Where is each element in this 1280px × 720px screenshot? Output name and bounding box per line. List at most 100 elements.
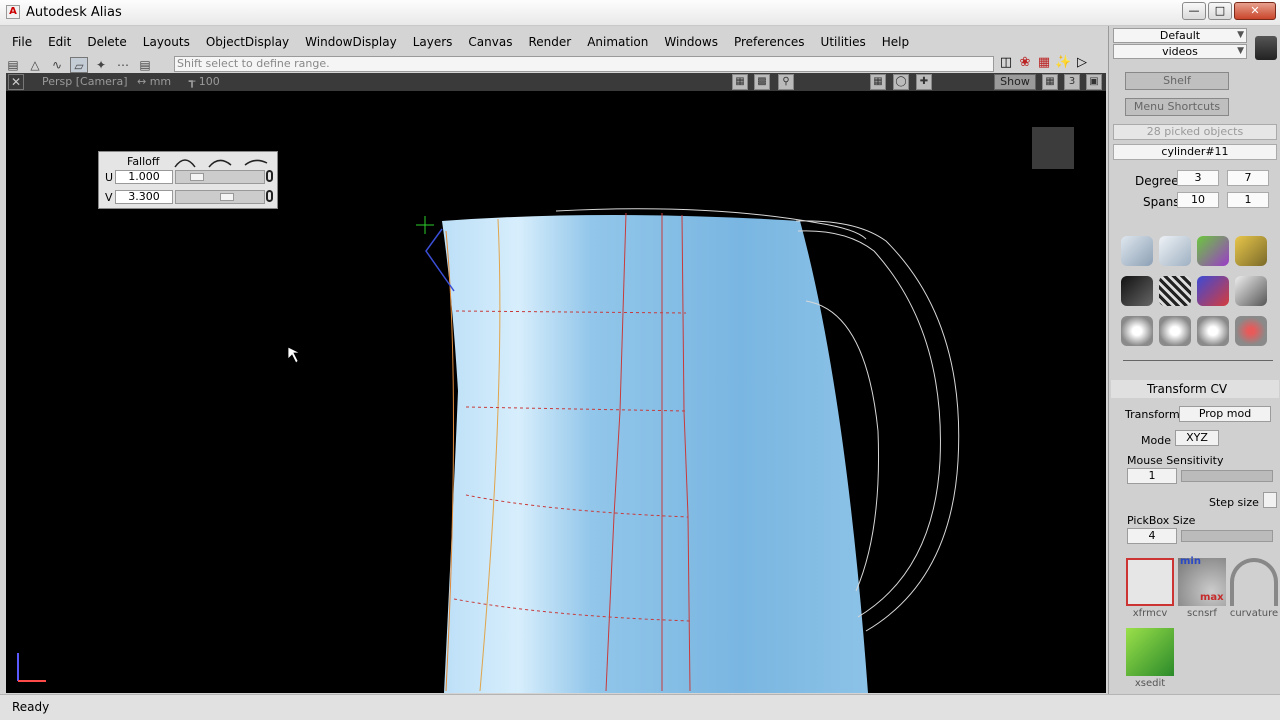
pick-curve-icon[interactable]: ∿ xyxy=(48,57,66,73)
menu-preferences[interactable]: Preferences xyxy=(726,35,813,49)
surface-tool-icon-6[interactable] xyxy=(1159,276,1191,306)
prompt-line: Shift select to define range. xyxy=(174,56,994,72)
show-button[interactable]: Show xyxy=(994,74,1036,90)
xsedit-icon[interactable] xyxy=(1126,628,1174,676)
menu-layers[interactable]: Layers xyxy=(405,35,461,49)
surface-tool-icon-5[interactable] xyxy=(1121,276,1153,306)
kettle-body[interactable] xyxy=(442,215,868,693)
xfrmcv-tool[interactable]: xfrmcv xyxy=(1125,558,1175,619)
step-size-label: Step size xyxy=(1209,496,1259,509)
mode-dropdown[interactable]: XYZ xyxy=(1175,430,1219,446)
degree-v-field[interactable]: 7 xyxy=(1227,170,1269,186)
pick-component-icon[interactable]: △ xyxy=(26,57,44,73)
layout-number[interactable]: 3 xyxy=(1064,74,1080,90)
menu-objectdisplay[interactable]: ObjectDisplay xyxy=(198,35,297,49)
track-icon[interactable]: ✚ xyxy=(916,74,932,90)
degree-u-field[interactable]: 3 xyxy=(1177,170,1219,186)
mouse-sensitivity-field[interactable]: 1 xyxy=(1127,468,1177,484)
look-at-icon[interactable]: ▦ xyxy=(870,74,886,90)
xsedit-tool[interactable]: xsedit xyxy=(1125,628,1175,689)
curvature-tool[interactable]: curvature xyxy=(1229,558,1279,619)
fillet-tool-icon-1[interactable] xyxy=(1121,316,1153,346)
scnsrf-tool[interactable]: min max scnsrf xyxy=(1177,556,1227,619)
status-bar: Ready xyxy=(0,694,1280,720)
minimize-button[interactable]: — xyxy=(1182,2,1206,20)
zoom-icon[interactable]: ⚲ xyxy=(778,74,794,90)
picked-objects: 28 picked objects xyxy=(1113,124,1277,140)
spans-u-field[interactable]: 10 xyxy=(1177,192,1219,208)
menu-file[interactable]: File xyxy=(4,35,40,49)
v-lock-icon[interactable] xyxy=(266,190,273,202)
layout-icon[interactable]: ▦ xyxy=(1042,74,1058,90)
pick-object-icon[interactable]: ▤ xyxy=(4,57,22,73)
scnsrf-icon[interactable]: min max xyxy=(1178,556,1226,606)
menu-edit[interactable]: Edit xyxy=(40,35,79,49)
pickbox-size-slider[interactable] xyxy=(1181,530,1273,542)
menu-shortcuts-tab[interactable]: Menu Shortcuts xyxy=(1125,98,1229,116)
history-icon[interactable]: ◫ xyxy=(998,55,1014,71)
pick-cv-icon[interactable]: ▱ xyxy=(70,57,88,73)
pan-icon[interactable]: ▦ xyxy=(732,74,748,90)
trash-icon[interactable] xyxy=(1255,36,1277,60)
u-slider[interactable] xyxy=(175,170,265,184)
spans-v-field[interactable]: 1 xyxy=(1227,192,1269,208)
perspective-viewport[interactable]: Falloff U 1.000 V 3.300 xyxy=(6,91,1106,693)
menu-delete[interactable]: Delete xyxy=(79,35,134,49)
u-lock-icon[interactable] xyxy=(266,170,273,182)
maximize-button[interactable]: □ xyxy=(1208,2,1232,20)
u-value-field[interactable]: 1.000 xyxy=(115,170,173,184)
surface-tool-icon-4[interactable] xyxy=(1235,236,1267,266)
shelf-tab[interactable]: Shelf xyxy=(1125,72,1229,90)
view-cube-icon[interactable] xyxy=(1032,127,1074,169)
menu-canvas[interactable]: Canvas xyxy=(460,35,520,49)
pick-point-icon[interactable]: ✦ xyxy=(92,57,110,73)
v-value-field[interactable]: 3.300 xyxy=(115,190,173,204)
menu-render[interactable]: Render xyxy=(520,35,579,49)
shelf-set-dropdown[interactable]: videos ▼ xyxy=(1113,44,1247,59)
camera-name: Persp [Camera] xyxy=(42,75,128,88)
surface-tool-icon-1[interactable] xyxy=(1121,236,1153,266)
tumble-icon[interactable]: ◯ xyxy=(893,74,909,90)
menu-bar: File Edit Delete Layouts ObjectDisplay W… xyxy=(0,28,1108,56)
spans-label: Spans xyxy=(1143,195,1180,209)
menu-windowdisplay[interactable]: WindowDisplay xyxy=(297,35,405,49)
right-side-panel: Default ▼ videos ▼ Shelf Menu Shortcuts 28… xyxy=(1108,26,1280,694)
pick-template-icon[interactable]: ⋯ xyxy=(114,57,132,73)
v-label: V xyxy=(105,190,113,204)
xfrmcv-icon[interactable] xyxy=(1126,558,1174,606)
surface-tool-icon-2[interactable] xyxy=(1159,236,1191,266)
surface-tool-icon-3[interactable] xyxy=(1197,236,1229,266)
axis-triad xyxy=(17,653,46,682)
v-slider[interactable] xyxy=(175,190,265,204)
fillet-tool-icon-4[interactable] xyxy=(1235,316,1267,346)
construction-history-icon[interactable]: ❀ xyxy=(1017,55,1033,71)
mouse-sensitivity-slider[interactable] xyxy=(1181,470,1273,482)
magnet-icon[interactable]: ✨ xyxy=(1055,55,1071,71)
grid-snap-icon[interactable]: ▦ xyxy=(1036,55,1052,71)
menu-layouts[interactable]: Layouts xyxy=(135,35,198,49)
menu-animation[interactable]: Animation xyxy=(579,35,656,49)
falloff-curve-icons[interactable] xyxy=(173,155,269,169)
menu-utilities[interactable]: Utilities xyxy=(813,35,874,49)
scnsrf-label: scnsrf xyxy=(1187,608,1217,619)
prompt-history-icon[interactable]: ▤ xyxy=(136,57,154,73)
play-icon[interactable]: ▷ xyxy=(1074,55,1090,71)
preset-dropdown[interactable]: Default ▼ xyxy=(1113,28,1247,43)
viewport-close-icon[interactable]: ✕ xyxy=(8,74,24,90)
selected-cv-marker xyxy=(416,216,434,234)
close-button[interactable]: ✕ xyxy=(1234,2,1276,20)
menu-windows[interactable]: Windows xyxy=(656,35,726,49)
pickbox-size-field[interactable]: 4 xyxy=(1127,528,1177,544)
title-bar: A Autodesk Alias — □ ✕ xyxy=(0,0,1280,26)
surface-tool-icon-7[interactable] xyxy=(1197,276,1229,306)
fillet-tool-icon-3[interactable] xyxy=(1197,316,1229,346)
curvature-label: curvature xyxy=(1229,608,1279,619)
maximize-viewport-icon[interactable]: ▣ xyxy=(1086,74,1102,90)
dolly-icon[interactable]: ▩ xyxy=(754,74,770,90)
step-size-field[interactable] xyxy=(1263,492,1277,508)
curvature-icon[interactable] xyxy=(1230,558,1278,606)
transform-dropdown[interactable]: Prop mod xyxy=(1179,406,1271,422)
fillet-tool-icon-2[interactable] xyxy=(1159,316,1191,346)
surface-tool-icon-8[interactable] xyxy=(1235,276,1267,306)
menu-help[interactable]: Help xyxy=(874,35,917,49)
